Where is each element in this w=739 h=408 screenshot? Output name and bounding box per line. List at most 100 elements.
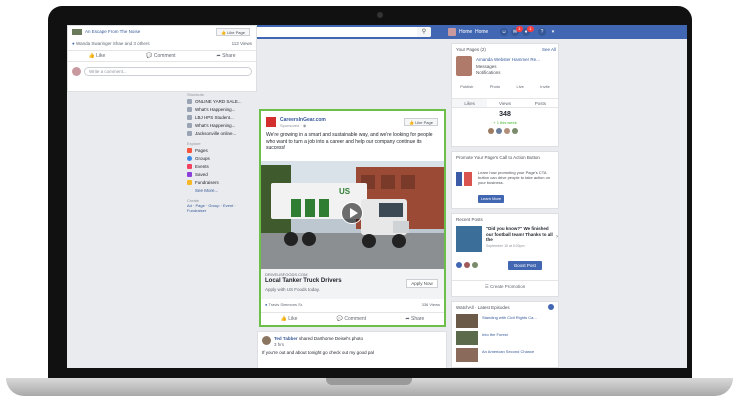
live-button[interactable]: Live xyxy=(517,84,524,89)
post-action-text: shared Darthome Deisel's photo xyxy=(298,336,364,341)
messages-link[interactable]: Messages xyxy=(476,64,497,69)
watch-icon[interactable] xyxy=(548,304,554,310)
share-label: Share xyxy=(411,315,425,322)
shortcut-item[interactable]: Jacksonville online... xyxy=(187,129,253,137)
like-page-button[interactable]: 👍 Like Page xyxy=(216,28,250,36)
share-button[interactable]: ➦ Share xyxy=(405,316,424,322)
comment-label: Comment xyxy=(344,315,367,322)
learn-more-button[interactable]: Learn More xyxy=(478,195,504,203)
your-pages-card: Your Pages (2) See All Amanda Webster Ha… xyxy=(451,43,559,147)
sidebar-item-label: What's Happening... xyxy=(195,122,236,128)
avatar[interactable] xyxy=(448,28,456,36)
ad-reactions[interactable]: ● Travis Simmons Sr. xyxy=(265,302,303,307)
recent-post-text[interactable]: "Did you know?" We finished our football… xyxy=(486,226,554,243)
create-promotion-label: Create Promotion xyxy=(490,284,526,289)
post-title[interactable]: An Escape From The Noise xyxy=(85,29,140,34)
like-page-label: Like Page xyxy=(415,120,433,125)
avatar xyxy=(456,262,462,268)
like-label: Like xyxy=(288,315,298,322)
ad-video-thumbnail[interactable]: US xyxy=(261,161,444,269)
sidebar-item-fundraisers[interactable]: Fundraisers xyxy=(187,178,253,186)
notifications-link[interactable]: Notifications xyxy=(476,70,501,75)
apply-now-button[interactable]: Apply Now xyxy=(406,279,438,288)
like-page-label: Like Page xyxy=(227,30,245,35)
tab-views[interactable]: Views xyxy=(487,99,522,107)
ad-domain: DRIVEUSFOODS.COM xyxy=(265,272,308,277)
like-button[interactable]: 👍 Like xyxy=(88,53,105,59)
shortcut-item[interactable]: ONLINE YARD SALE... xyxy=(187,97,253,105)
search-icon[interactable]: ⚲ xyxy=(417,27,431,37)
see-all-link[interactable]: See All xyxy=(542,47,556,52)
see-more-link[interactable]: See More... xyxy=(187,186,253,194)
feed-post-top: An Escape From The Noise 👍 Like Page ● W… xyxy=(67,25,257,92)
poster-name[interactable]: Ted Tabber xyxy=(274,336,298,341)
watch-header: WatchAll · Latest Episodes xyxy=(456,305,510,310)
tab-likes[interactable]: Likes xyxy=(452,99,488,107)
group-icon xyxy=(187,106,192,112)
reaction-summary: Wanda Swaringer Shae and 3 others xyxy=(75,41,150,46)
page-name[interactable]: Amanda Webster Hammer Re... xyxy=(476,57,540,62)
facebook-screen: f Search ⚲ Home Home ☺ ✉ 1 ♦ 1 ? ▾ Name … xyxy=(67,25,687,368)
chevron-down-icon[interactable]: ▾ xyxy=(549,28,557,36)
group-icon xyxy=(187,122,192,128)
shortcut-item[interactable]: LBJ HPS Student... xyxy=(187,113,253,121)
photo-button[interactable]: Photo xyxy=(490,84,500,89)
sponsored-label: Sponsored · ◉ xyxy=(280,123,307,128)
ad-link-preview[interactable]: DRIVEUSFOODS.COM Local Tanker Truck Driv… xyxy=(261,269,444,299)
shortcut-item[interactable]: What's Happening... xyxy=(187,105,253,113)
feed-post-bottom: Ted Tabber shared Darthome Deisel's phot… xyxy=(257,331,447,368)
comment-button[interactable]: 💬 Comment xyxy=(337,316,366,322)
tab-posts[interactable]: Posts xyxy=(523,99,558,107)
episode-thumbnail[interactable] xyxy=(456,331,478,345)
create-header: Create xyxy=(187,198,200,203)
post-time[interactable]: 3 hrs xyxy=(274,342,284,347)
liker-avatars[interactable] xyxy=(488,128,518,134)
help-icon[interactable]: ? xyxy=(538,28,546,36)
chevron-right-icon[interactable]: › xyxy=(556,234,558,240)
likes-count: 348 xyxy=(499,111,511,118)
recent-post-date: September 15 at 5:00pm xyxy=(486,244,525,248)
friends-icon[interactable]: ☺ xyxy=(500,28,508,36)
profile-link[interactable]: Home xyxy=(459,28,472,36)
share-button[interactable]: ➦ Share xyxy=(217,53,236,59)
comment-button[interactable]: 💬 Comment xyxy=(146,53,175,59)
recent-posts-header: Recent Posts xyxy=(456,217,483,222)
episode-thumbnail[interactable] xyxy=(456,348,478,362)
post-reactions[interactable]: ● Wanda Swaringer Shae and 3 others xyxy=(72,41,150,46)
episode-thumbnail[interactable] xyxy=(456,314,478,328)
share-label: Share xyxy=(222,53,236,59)
like-page-button[interactable]: 👍 Like Page xyxy=(404,118,438,126)
episode-title[interactable]: An American Second Chance xyxy=(482,349,554,354)
create-links[interactable]: Ad · Page · Group · Event · Fundraiser xyxy=(187,203,247,213)
comment-label: Comment xyxy=(153,53,176,59)
avatar xyxy=(472,262,478,268)
sidebar-item-saved[interactable]: Saved xyxy=(187,170,253,178)
heart-icon xyxy=(187,179,192,185)
sidebar-item-label: LBJ HPS Student... xyxy=(195,114,234,120)
comment-input[interactable]: Write a comment... xyxy=(84,67,252,76)
ad-stats: ● Travis Simmons Sr. 336 Views xyxy=(265,302,440,307)
sidebar-item-groups[interactable]: Groups xyxy=(187,154,253,162)
recent-post-thumbnail[interactable] xyxy=(456,226,482,252)
episode-title[interactable]: Standing with Civil Rights Ca... xyxy=(482,315,554,320)
laptop-notch xyxy=(326,378,412,385)
page-avatar[interactable] xyxy=(456,56,472,76)
publish-button[interactable]: Publish xyxy=(460,84,473,89)
invite-button[interactable]: Invite xyxy=(540,84,550,89)
ad-body-text: We're growing in a smart and sustainable… xyxy=(266,132,433,151)
like-button[interactable]: 👍 Like xyxy=(281,316,298,322)
create-promotion-button[interactable]: ☰ Create Promotion xyxy=(452,280,558,292)
shortcut-item[interactable]: What's Happening... xyxy=(187,121,253,129)
ad-headline[interactable]: Local Tanker Truck Drivers xyxy=(265,278,342,284)
truck-logo-text: US xyxy=(339,187,351,196)
sidebar-item-pages[interactable]: Pages xyxy=(187,146,253,154)
sidebar-item-events[interactable]: Events xyxy=(187,162,253,170)
likes-trend: + 1 this week xyxy=(493,120,517,125)
sidebar-item-label: ONLINE YARD SALE... xyxy=(195,98,242,104)
boost-post-button[interactable]: Boost Post xyxy=(508,261,542,270)
home-link[interactable]: Home xyxy=(475,28,488,36)
episode-title[interactable]: Into the Forest xyxy=(482,332,554,337)
advertiser-logo[interactable] xyxy=(266,117,276,127)
play-icon[interactable] xyxy=(341,202,363,224)
laptop-mockup: f Search ⚲ Home Home ☺ ✉ 1 ♦ 1 ? ▾ Name … xyxy=(0,0,739,408)
